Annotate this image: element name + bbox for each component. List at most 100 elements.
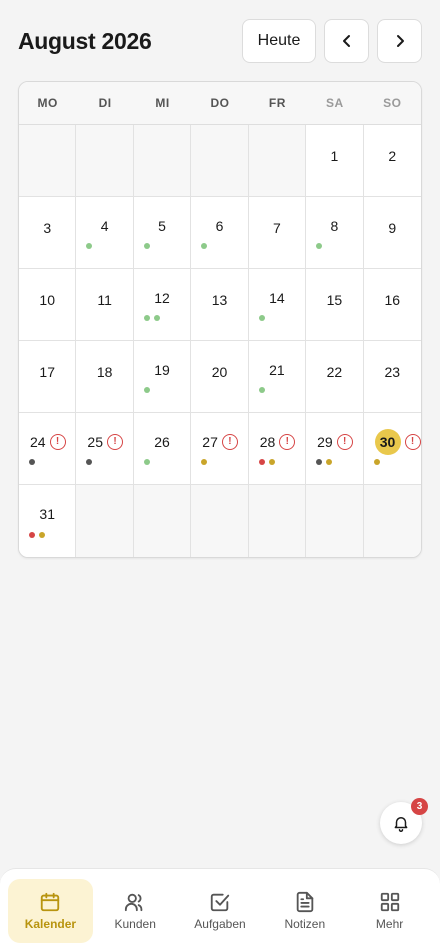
event-dot-gray	[86, 459, 93, 465]
event-dots	[201, 243, 208, 249]
day-cell[interactable]: 21	[248, 341, 307, 413]
nav-item-aufgaben[interactable]: Aufgaben	[178, 879, 263, 943]
day-cell[interactable]: 24!	[19, 413, 77, 485]
event-dots	[373, 459, 380, 465]
users-icon	[125, 893, 143, 912]
day-cell[interactable]: 13	[191, 269, 249, 341]
day-cell[interactable]: 10	[19, 269, 77, 341]
event-dots	[258, 387, 265, 393]
day-header: 27!	[191, 429, 247, 455]
day-header: 25!	[76, 429, 132, 455]
nav-item-kunden[interactable]: Kunden	[93, 879, 178, 943]
day-header: 2	[364, 143, 421, 169]
day-cell[interactable]: 5	[133, 197, 192, 269]
day-number: 18	[96, 364, 113, 380]
event-dot-gold	[201, 459, 208, 465]
day-number: 13	[211, 292, 228, 308]
event-dots	[143, 387, 150, 393]
event-dots	[316, 459, 333, 465]
day-cell[interactable]: 2	[363, 125, 421, 197]
day-cell[interactable]: 29!	[306, 413, 364, 485]
day-number: 24	[30, 434, 46, 450]
day-number: 22	[326, 364, 343, 380]
month-title: August 2026	[18, 27, 152, 54]
day-number: 4	[100, 218, 109, 234]
event-dot-gold	[373, 459, 380, 465]
day-header: 13	[191, 287, 247, 313]
day-cell[interactable]: 9	[363, 197, 421, 269]
event-dots	[143, 315, 160, 321]
event-dot-green	[143, 459, 150, 465]
day-cell[interactable]: 19	[133, 341, 192, 413]
event-dots	[201, 459, 208, 465]
day-cell[interactable]: 18	[76, 341, 134, 413]
calendar-header: August 2026 Heute	[18, 18, 422, 64]
day-cell[interactable]: 27!	[191, 413, 249, 485]
nav-item-kalender[interactable]: Kalender	[8, 879, 93, 943]
day-cell[interactable]: 14	[248, 269, 307, 341]
weekday-header-row: MO DI MI DO FR SA SO	[19, 82, 421, 125]
notification-count-badge: 3	[411, 798, 428, 815]
day-number: 19	[154, 362, 170, 378]
day-cell[interactable]: 6	[191, 197, 249, 269]
nav-label: Kunden	[114, 917, 156, 931]
day-header: 29!	[306, 429, 362, 455]
day-cell[interactable]: 8	[306, 197, 364, 269]
day-cell[interactable]: 26	[133, 413, 192, 485]
day-number: 6	[215, 218, 224, 234]
weekday-label: DI	[98, 96, 112, 110]
day-cell[interactable]: 28!	[248, 413, 307, 485]
event-dots	[258, 459, 275, 465]
nav-item-mehr[interactable]: Mehr	[347, 879, 432, 943]
day-header: 21	[249, 357, 305, 383]
day-cell[interactable]: 4	[76, 197, 134, 269]
day-cell[interactable]: 7	[248, 197, 307, 269]
day-cell[interactable]: 15	[306, 269, 364, 341]
nav-label: Mehr	[375, 917, 404, 931]
event-dots	[143, 459, 150, 465]
day-grid: 1 2 3 4 5 6 7 8 9 10 11 12 13 14 15 16 17 18 19 20 21 22 23 24!…	[19, 125, 421, 557]
day-cell[interactable]: 12	[133, 269, 192, 341]
notifications-button[interactable]: 3	[380, 798, 428, 844]
bell-icon	[394, 817, 408, 832]
day-cell[interactable]: 16	[363, 269, 421, 341]
day-cell[interactable]: 31	[19, 485, 77, 557]
day-cell[interactable]: 30!	[363, 413, 421, 485]
day-header: 19	[134, 357, 190, 383]
day-cell[interactable]: 11	[76, 269, 134, 341]
alert-icon: !	[404, 434, 421, 450]
day-cell[interactable]: 25!	[76, 413, 134, 485]
empty-day-cell	[133, 125, 192, 197]
event-dot-red	[29, 532, 35, 538]
event-dots	[29, 459, 35, 465]
event-dots	[29, 532, 45, 538]
day-number: 11	[97, 292, 112, 308]
day-number: 29	[317, 434, 333, 450]
empty-day-cell	[191, 125, 249, 197]
day-header: 20	[191, 359, 247, 385]
event-dot-gray	[316, 459, 323, 465]
day-number: 10	[39, 292, 55, 308]
event-dot-green	[316, 243, 323, 249]
event-dots	[86, 243, 93, 249]
day-cell[interactable]: 23	[363, 341, 421, 413]
weekday-label: MO	[37, 96, 58, 110]
day-number: 8	[330, 218, 339, 234]
empty-day-cell	[133, 485, 192, 557]
event-dots	[258, 315, 265, 321]
empty-day-cell	[363, 485, 421, 557]
day-header: 9	[364, 215, 421, 241]
nav-item-notizen[interactable]: Notizen	[262, 879, 347, 943]
day-cell[interactable]: 1	[306, 125, 364, 197]
day-cell[interactable]: 22	[306, 341, 364, 413]
day-header: 22	[306, 359, 362, 385]
day-header: 12	[134, 285, 190, 311]
day-cell[interactable]: 17	[19, 341, 77, 413]
previous-month-button[interactable]	[324, 19, 369, 63]
day-cell[interactable]: 3	[19, 197, 77, 269]
next-month-button[interactable]	[377, 19, 422, 63]
grid-icon	[380, 892, 399, 912]
today-button[interactable]: Heute	[242, 19, 316, 63]
day-cell[interactable]: 20	[191, 341, 249, 413]
day-header: 4	[76, 213, 132, 239]
